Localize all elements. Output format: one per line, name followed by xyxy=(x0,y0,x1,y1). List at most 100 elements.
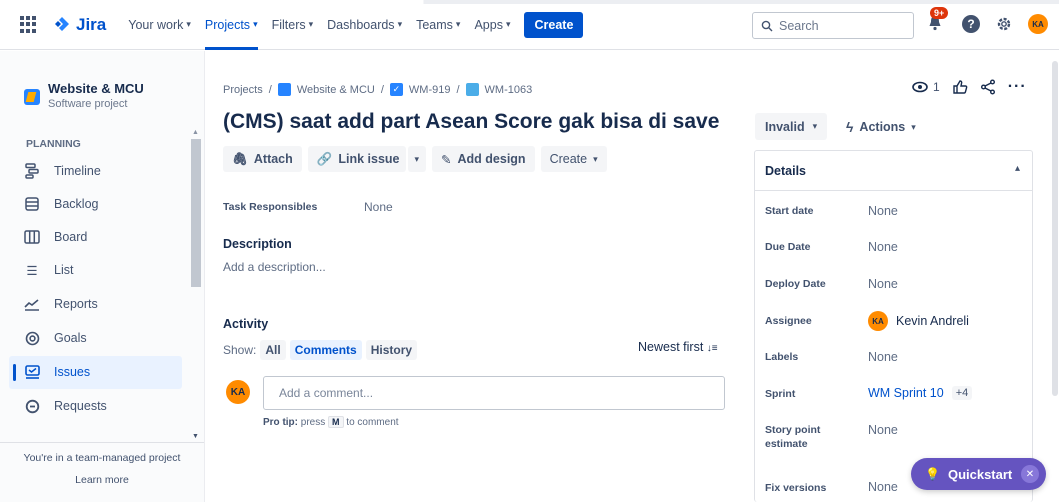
goals-icon xyxy=(24,330,40,346)
assignee-label: Assignee xyxy=(765,315,812,327)
help-icon[interactable]: ? xyxy=(962,15,980,33)
share-icon[interactable] xyxy=(980,79,996,95)
details-header[interactable]: Details ▴ xyxy=(755,151,1032,191)
watch-button[interactable]: 1 xyxy=(912,79,940,95)
create-button[interactable]: Create xyxy=(524,11,584,38)
paperclip-icon: 🖇 xyxy=(232,151,248,166)
jira-icon xyxy=(55,16,69,31)
search-input[interactable]: Search xyxy=(752,12,914,39)
story-point-label: Story point estimate xyxy=(765,424,821,451)
quickstart-button[interactable]: 💡 Quickstart ✕ xyxy=(911,458,1046,490)
details-panel: Details ▴ Start date None Due Date None … xyxy=(754,150,1033,502)
sidebar-item-timeline[interactable]: Timeline xyxy=(24,163,101,179)
backlog-icon xyxy=(24,196,40,212)
scroll-down-arrow[interactable]: ▼ xyxy=(192,433,199,440)
story-point-value[interactable]: None xyxy=(868,423,898,437)
fix-versions-label: Fix versions xyxy=(765,482,827,494)
chevron-down-icon: ▾ xyxy=(911,121,916,132)
main-scrollbar[interactable] xyxy=(1049,51,1059,502)
sidebar-item-backlog[interactable]: Backlog xyxy=(24,196,98,212)
main-scroll-thumb[interactable] xyxy=(1052,61,1058,396)
nav-your-work[interactable]: Your work ▾ xyxy=(128,0,191,50)
logo-text: Jira xyxy=(76,14,107,34)
issue-title[interactable]: (CMS) saat add part Asean Score gak bisa… xyxy=(223,110,719,134)
active-item-indicator xyxy=(13,364,16,381)
assignee-avatar: KA xyxy=(868,311,888,331)
create-subissue-button[interactable]: Create ▾ xyxy=(540,146,607,172)
status-dropdown[interactable]: Invalid ▾ xyxy=(755,113,828,140)
chevron-up-icon: ▴ xyxy=(1014,163,1020,174)
more-icon[interactable]: ··· xyxy=(1008,78,1027,96)
profile-avatar[interactable]: KA xyxy=(1028,14,1048,34)
board-icon xyxy=(24,229,40,245)
chevron-down-icon: ▾ xyxy=(253,19,258,29)
search-placeholder: Search xyxy=(779,18,819,33)
breadcrumb-project[interactable]: Website & MCU xyxy=(297,84,375,96)
deploy-date-label: Deploy Date xyxy=(765,278,826,290)
sprint-more-badge[interactable]: +4 xyxy=(951,386,973,400)
team-managed-note: You're in a team-managed project xyxy=(23,452,181,464)
breadcrumb-current-issue[interactable]: WM-1063 xyxy=(485,84,533,96)
sidebar-item-goals[interactable]: Goals xyxy=(24,330,87,346)
watch-count: 1 xyxy=(933,80,940,94)
attach-button[interactable]: 🖇 Attach xyxy=(223,146,302,172)
chevron-down-icon: ▾ xyxy=(593,153,598,164)
description-field[interactable]: Add a description... xyxy=(223,260,326,274)
notifications-button[interactable]: 9+ xyxy=(926,7,949,34)
sidebar-item-reports[interactable]: Reports xyxy=(24,296,98,312)
project-icon xyxy=(24,89,40,105)
sort-order-button[interactable]: Newest first ↓≡ xyxy=(638,340,718,354)
sidebar-item-issues[interactable]: Issues xyxy=(24,364,90,380)
jira-logo[interactable]: Jira xyxy=(52,15,106,35)
nav-projects[interactable]: Projects ▾ xyxy=(204,0,258,50)
project-name: Website & MCU xyxy=(48,81,144,96)
close-icon[interactable]: ✕ xyxy=(1021,465,1039,483)
project-type: Software project xyxy=(48,98,128,110)
sidebar-scroll-thumb[interactable] xyxy=(191,139,201,287)
nav-filters[interactable]: Filters ▾ xyxy=(272,0,314,50)
settings-gear-icon[interactable] xyxy=(996,16,1012,32)
task-responsibles-label: Task Responsibles xyxy=(223,201,318,213)
activity-filter: Show: All Comments History xyxy=(223,340,418,360)
assignee-value[interactable]: KA Kevin Andreli xyxy=(868,311,969,331)
sidebar-item-board[interactable]: Board xyxy=(24,229,87,245)
actions-dropdown[interactable]: ϟ Actions ▾ xyxy=(846,119,916,135)
nav-teams[interactable]: Teams ▾ xyxy=(416,0,460,50)
due-date-value[interactable]: None xyxy=(868,240,898,254)
app-switcher-icon[interactable] xyxy=(20,15,38,34)
link-issue-dropdown[interactable]: ▾ xyxy=(407,146,427,172)
nav-apps[interactable]: Apps ▾ xyxy=(474,0,510,50)
project-header[interactable]: Website & MCU Software project xyxy=(24,81,144,110)
filter-all[interactable]: All xyxy=(260,340,286,360)
breadcrumb-parent-issue[interactable]: WM-919 xyxy=(409,84,451,96)
thumbs-up-icon[interactable] xyxy=(952,79,968,95)
fix-versions-value[interactable]: None xyxy=(868,480,898,494)
comment-input[interactable]: Add a comment... xyxy=(263,376,725,410)
list-icon: ☰ xyxy=(26,263,38,278)
learn-more-link[interactable]: Learn more xyxy=(0,474,204,486)
sidebar-item-list[interactable]: ☰ List xyxy=(24,262,73,278)
sidebar-scrollbar[interactable]: ▲ ▼ xyxy=(189,129,203,440)
link-icon: 🔗 xyxy=(316,151,333,166)
sprint-value[interactable]: WM Sprint 10 +4 xyxy=(868,386,973,400)
scroll-up-arrow[interactable]: ▲ xyxy=(192,129,199,136)
task-icon xyxy=(465,83,479,96)
filter-comments[interactable]: Comments xyxy=(289,340,362,360)
chevron-down-icon: ▾ xyxy=(308,19,314,29)
breadcrumb-projects[interactable]: Projects xyxy=(223,84,263,96)
deploy-date-value[interactable]: None xyxy=(868,277,898,291)
labels-value[interactable]: None xyxy=(868,350,898,364)
add-design-button[interactable]: ✎ Add design xyxy=(432,146,535,172)
labels-label: Labels xyxy=(765,351,799,363)
link-issue-button[interactable]: 🔗 Link issue xyxy=(307,146,406,172)
comment-avatar: KA xyxy=(226,380,250,404)
start-date-value[interactable]: None xyxy=(868,204,898,218)
nav-dashboards[interactable]: Dashboards ▾ xyxy=(327,0,402,50)
task-responsibles-value[interactable]: None xyxy=(364,200,393,214)
chevron-down-icon: ▾ xyxy=(505,19,511,29)
planning-section-heading: PLANNING xyxy=(26,138,81,150)
chevron-down-icon: ▾ xyxy=(397,19,403,29)
nav-decoration xyxy=(0,0,1059,4)
sidebar-item-requests[interactable]: Requests xyxy=(24,398,107,414)
filter-history[interactable]: History xyxy=(365,340,418,360)
